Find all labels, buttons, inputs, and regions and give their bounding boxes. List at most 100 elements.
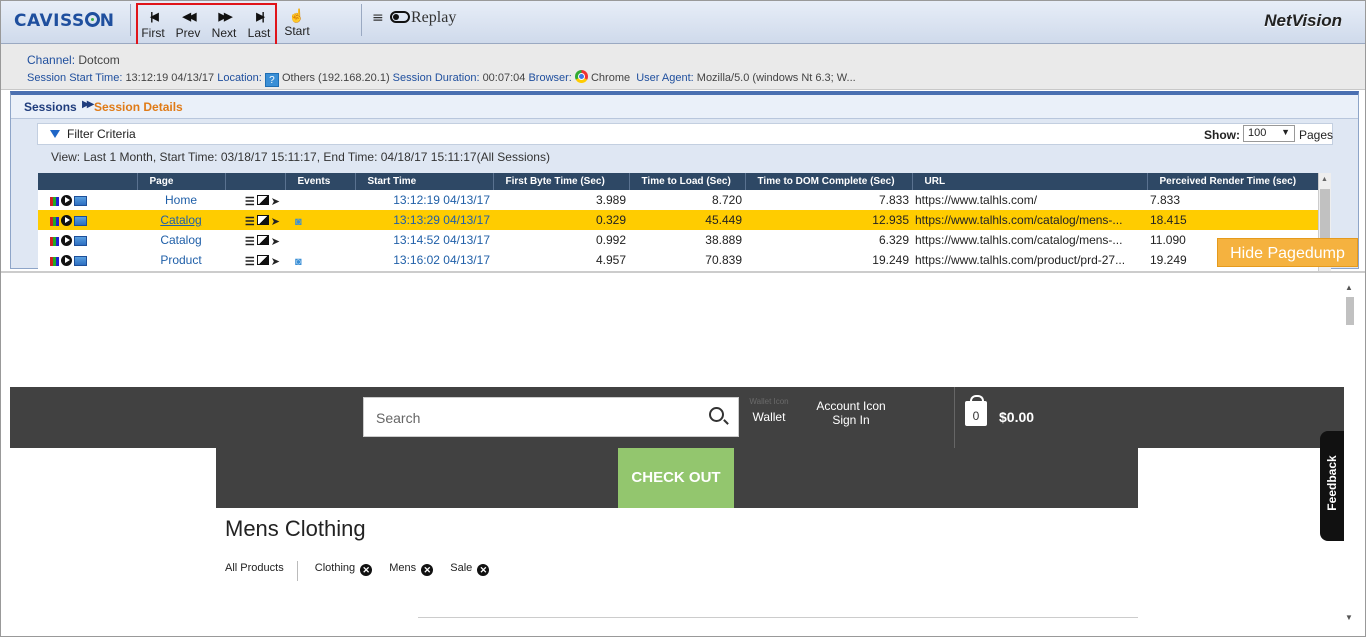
start-button[interactable]: ☝ Start xyxy=(282,8,312,38)
events-cell[interactable]: ◙ xyxy=(285,250,355,270)
window-icon[interactable] xyxy=(74,236,87,246)
site-header: Search Wallet Icon Wallet Account Icon S… xyxy=(10,387,1344,448)
session-info-bar: Channel: Dotcom Session Start Time: 13:1… xyxy=(0,44,1366,90)
cursor-icon[interactable]: ➤ xyxy=(271,215,280,228)
play-icon[interactable] xyxy=(61,235,72,246)
url-cell: https://www.talhls.com/catalog/mens-... xyxy=(912,210,1147,230)
page-cell[interactable]: Catalog xyxy=(137,210,225,230)
shopping-bag-icon[interactable]: 0 xyxy=(965,395,987,426)
col-header-start-time[interactable]: Start Time xyxy=(355,173,494,190)
grid-icon[interactable] xyxy=(50,237,59,246)
cursor-icon[interactable]: ➤ xyxy=(271,195,280,208)
image-icon[interactable] xyxy=(256,235,269,245)
first-button[interactable]: |◀ First xyxy=(138,10,168,40)
scroll-up-icon[interactable]: ▲ xyxy=(1321,176,1328,183)
list-icon[interactable]: ☰ xyxy=(245,195,255,208)
play-icon[interactable] xyxy=(61,255,72,266)
col-header-load[interactable]: Time to Load (Sec) xyxy=(629,173,746,190)
play-icon[interactable] xyxy=(61,195,72,206)
next-icon: ▶▶ xyxy=(218,11,233,23)
first-byte-cell: 0.992 xyxy=(493,230,629,250)
remove-icon[interactable]: ✕ xyxy=(360,564,373,576)
url-cell: https://www.talhls.com/product/prd-27... xyxy=(912,250,1147,270)
image-icon[interactable] xyxy=(256,215,269,225)
table-row[interactable]: Catalog ☰ ➤ ◙ 13:13:29 04/13/17 0.329 45.449 12… xyxy=(38,210,1320,230)
table-row[interactable]: Product ☰ ➤ ◙ 13:16:02 04/13/17 4.957 70.839 19… xyxy=(38,250,1320,270)
page-cell[interactable]: Product xyxy=(137,250,225,270)
search-input[interactable]: Search xyxy=(363,397,739,437)
replay-toggle[interactable]: ≡ Replay xyxy=(372,9,456,27)
start-time-cell: 13:16:02 04/13/17 xyxy=(355,250,493,270)
account-link[interactable]: Account Icon Sign In xyxy=(806,399,896,427)
facet-clothing[interactable]: Clothing ✕ xyxy=(315,562,373,576)
image-icon[interactable] xyxy=(256,255,269,265)
prev-icon: ◀◀ xyxy=(182,11,197,23)
col-header-page[interactable]: Page xyxy=(137,173,226,190)
col-header-render[interactable]: Perceived Render Time (sec) xyxy=(1147,173,1321,190)
scroll-thumb[interactable] xyxy=(1320,189,1330,244)
filter-criteria-toggle[interactable]: Filter Criteria xyxy=(67,127,136,141)
session-details-panel: Sessions ▶▶ Session Details Filter Crite… xyxy=(10,91,1359,271)
pagedump-scrollbar[interactable]: ▲ ▼ xyxy=(1343,281,1357,631)
scroll-up-icon[interactable]: ▲ xyxy=(1345,283,1353,292)
col-header-events[interactable]: Events xyxy=(285,173,356,190)
first-byte-cell: 3.989 xyxy=(493,190,629,210)
scroll-down-icon[interactable]: ▼ xyxy=(1345,613,1353,622)
feedback-tab[interactable]: Feedback xyxy=(1320,431,1344,541)
first-byte-cell: 4.957 xyxy=(493,250,629,270)
scroll-thumb[interactable] xyxy=(1346,297,1354,325)
list-icon[interactable]: ☰ xyxy=(245,255,255,268)
facet-filters: All Products Clothing ✕ Mens ✕ Sale ✕ xyxy=(225,561,503,581)
checkout-button[interactable]: CHECK OUT xyxy=(618,448,734,508)
table-row[interactable]: Catalog ☰ ➤ 13:14:52 04/13/17 0.992 38.889 6.3… xyxy=(38,230,1320,250)
breadcrumb-sessions[interactable]: Sessions xyxy=(24,100,77,114)
hide-pagedump-button[interactable]: Hide Pagedump xyxy=(1217,238,1358,267)
col-header-dom[interactable]: Time to DOM Complete (Sec) xyxy=(745,173,913,190)
menu-icon[interactable]: ≡ xyxy=(372,10,386,26)
cursor-icon[interactable]: ➤ xyxy=(271,235,280,248)
toggle-icon[interactable] xyxy=(390,11,410,23)
grid-icon[interactable] xyxy=(50,197,59,206)
page-cell[interactable]: Catalog xyxy=(137,230,225,250)
wallet-link[interactable]: Wallet Icon Wallet xyxy=(745,397,793,424)
cavisson-logo: CAVISS N xyxy=(14,11,115,31)
event-icon[interactable]: ◙ xyxy=(295,256,302,268)
dom-complete-cell: 6.329 xyxy=(745,230,912,250)
last-button[interactable]: ▶| Last xyxy=(244,10,274,40)
page-cell[interactable]: Home xyxy=(137,190,225,210)
prev-button[interactable]: ◀◀ Prev xyxy=(173,10,203,40)
image-icon[interactable] xyxy=(256,195,269,205)
grid-icon[interactable] xyxy=(50,257,59,266)
play-icon[interactable] xyxy=(61,215,72,226)
next-button[interactable]: ▶▶ Next xyxy=(209,10,239,40)
window-icon[interactable] xyxy=(74,196,87,206)
page-views-table: Page Events Start Time First Byte Time (… xyxy=(38,173,1321,270)
facet-all-products[interactable]: All Products xyxy=(225,561,298,581)
event-icon[interactable]: ◙ xyxy=(295,216,302,228)
col-header-url[interactable]: URL xyxy=(912,173,1148,190)
load-time-cell: 8.720 xyxy=(629,190,745,210)
dom-complete-cell: 12.935 xyxy=(745,210,912,230)
collapse-triangle-icon[interactable] xyxy=(50,130,60,138)
list-icon[interactable]: ☰ xyxy=(245,235,255,248)
window-icon[interactable] xyxy=(74,256,87,266)
load-time-cell: 45.449 xyxy=(629,210,745,230)
grid-icon[interactable] xyxy=(50,217,59,226)
remove-icon[interactable]: ✕ xyxy=(477,564,490,576)
events-cell[interactable]: ◙ xyxy=(285,210,355,230)
remove-icon[interactable]: ✕ xyxy=(421,564,434,576)
window-icon[interactable] xyxy=(74,216,87,226)
facet-sale[interactable]: Sale ✕ xyxy=(450,562,490,576)
chrome-icon xyxy=(574,70,588,83)
col-header-actions xyxy=(38,173,138,190)
list-icon[interactable]: ☰ xyxy=(245,215,255,228)
col-header-first-byte[interactable]: First Byte Time (Sec) xyxy=(493,173,630,190)
page-size-select[interactable]: 100 ▼ xyxy=(1243,125,1295,142)
facet-mens[interactable]: Mens ✕ xyxy=(389,562,434,576)
row-tools: ☰ ➤ xyxy=(225,230,285,250)
cursor-icon[interactable]: ➤ xyxy=(271,255,280,268)
table-row[interactable]: Home ☰ ➤ 13:12:19 04/13/17 3.989 8.720 7.833 ht… xyxy=(38,190,1320,210)
render-time-cell: 18.415 xyxy=(1147,210,1320,230)
search-icon[interactable] xyxy=(709,407,724,422)
first-icon: |◀ xyxy=(150,11,159,23)
